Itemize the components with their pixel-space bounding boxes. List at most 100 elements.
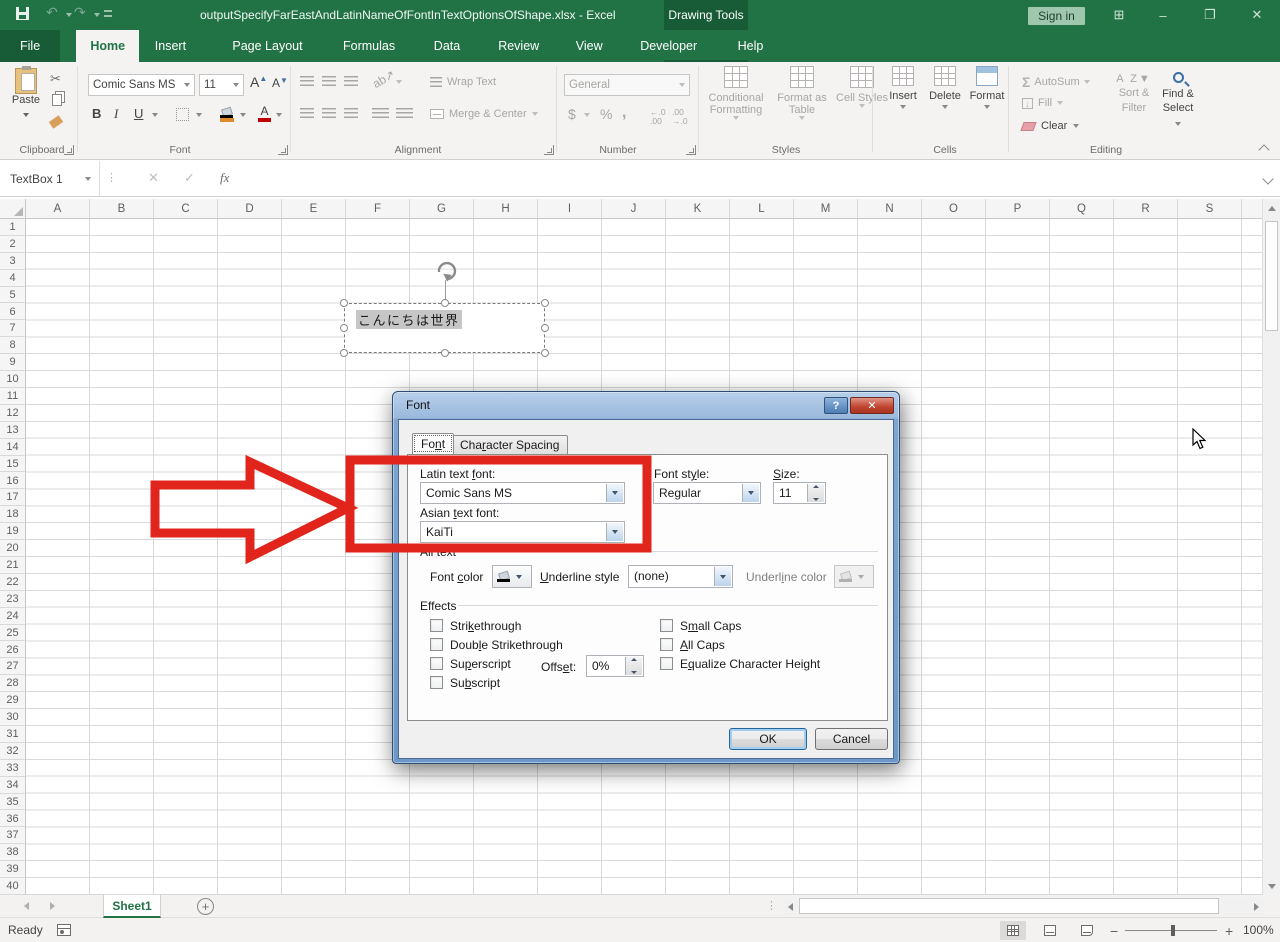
row-header-31[interactable]: 31 [0, 726, 25, 743]
column-header-D[interactable]: D [218, 199, 282, 219]
resize-handle[interactable] [441, 299, 449, 307]
row-header-21[interactable]: 21 [0, 557, 25, 574]
underline-button[interactable]: U [134, 106, 143, 121]
offset-spinner[interactable]: 0% [586, 655, 644, 677]
row-header-39[interactable]: 39 [0, 861, 25, 878]
horizontal-scroll-thumb[interactable] [799, 898, 1219, 914]
vertical-scroll-thumb[interactable] [1265, 221, 1278, 331]
macro-record-icon[interactable] [57, 924, 71, 936]
superscript-label[interactable]: Superscript [450, 657, 511, 671]
zoom-in-icon[interactable]: + [1225, 923, 1233, 939]
number-dialog-launcher[interactable] [686, 145, 696, 155]
paste-button[interactable]: Paste [6, 68, 46, 120]
resize-handle[interactable] [541, 299, 549, 307]
strikethrough-checkbox[interactable] [430, 619, 443, 632]
all-caps-checkbox[interactable] [660, 638, 673, 651]
column-header-J[interactable]: J [602, 199, 666, 219]
vertical-scrollbar[interactable] [1262, 199, 1280, 895]
column-header-C[interactable]: C [154, 199, 218, 219]
fill-color-dropdown-icon[interactable] [240, 113, 246, 117]
tab-data[interactable]: Data [420, 30, 474, 62]
tab-scrollbar-splitter[interactable]: ⋮ [766, 899, 778, 912]
column-header-E[interactable]: E [282, 199, 346, 219]
column-header-R[interactable]: R [1114, 199, 1178, 219]
row-header-4[interactable]: 4 [0, 270, 25, 287]
resize-handle[interactable] [541, 324, 549, 332]
row-header-14[interactable]: 14 [0, 439, 25, 456]
resize-handle[interactable] [340, 349, 348, 357]
copy-icon[interactable] [52, 94, 62, 106]
row-header-10[interactable]: 10 [0, 371, 25, 388]
row-header-3[interactable]: 3 [0, 253, 25, 270]
select-all-corner[interactable] [0, 199, 26, 219]
sign-in-button[interactable]: Sign in [1028, 7, 1085, 25]
tab-home[interactable]: Home [76, 30, 139, 62]
prev-sheet-icon[interactable] [24, 902, 29, 910]
row-header-36[interactable]: 36 [0, 811, 25, 828]
row-header-6[interactable]: 6 [0, 304, 25, 321]
fill-color-icon[interactable] [220, 108, 234, 117]
clipboard-dialog-launcher[interactable] [64, 145, 74, 155]
row-header-25[interactable]: 25 [0, 625, 25, 642]
save-icon[interactable] [16, 7, 32, 23]
column-header-F[interactable]: F [346, 199, 410, 219]
tab-help[interactable]: Help [724, 30, 778, 62]
resize-handle[interactable] [340, 299, 348, 307]
strikethrough-label[interactable]: Strikethrough [450, 619, 521, 633]
zoom-out-icon[interactable]: − [1110, 923, 1118, 939]
restore-icon[interactable]: ❐ [1195, 6, 1225, 24]
expand-formula-bar-icon[interactable] [1262, 173, 1273, 184]
subscript-checkbox[interactable] [430, 676, 443, 689]
normal-view-button[interactable] [1000, 921, 1026, 940]
row-header-34[interactable]: 34 [0, 777, 25, 794]
column-header-Q[interactable]: Q [1050, 199, 1114, 219]
small-caps-checkbox[interactable] [660, 619, 673, 632]
row-header-13[interactable]: 13 [0, 422, 25, 439]
tab-insert[interactable]: Insert [141, 30, 200, 62]
subscript-label[interactable]: Subscript [450, 676, 500, 690]
font-color-dropdown-icon[interactable] [276, 113, 282, 117]
borders-icon[interactable] [176, 108, 189, 121]
row-header-40[interactable]: 40 [0, 878, 25, 895]
offset-spinner-arrows[interactable] [625, 657, 642, 675]
dialog-help-button[interactable]: ? [824, 397, 848, 414]
cancel-button[interactable]: Cancel [815, 728, 888, 750]
row-header-32[interactable]: 32 [0, 743, 25, 760]
row-header-27[interactable]: 27 [0, 658, 25, 675]
scroll-down-icon[interactable] [1263, 877, 1280, 895]
insert-function-icon[interactable]: fx [220, 170, 229, 186]
column-header-S[interactable]: S [1178, 199, 1242, 219]
horizontal-scrollbar[interactable] [783, 898, 1264, 915]
row-header-35[interactable]: 35 [0, 794, 25, 811]
row-header-18[interactable]: 18 [0, 506, 25, 523]
bold-button[interactable]: B [92, 106, 101, 121]
column-header-A[interactable]: A [26, 199, 90, 219]
column-header-M[interactable]: M [794, 199, 858, 219]
customize-qat-icon[interactable] [104, 10, 112, 12]
row-header-28[interactable]: 28 [0, 675, 25, 692]
row-header-16[interactable]: 16 [0, 473, 25, 490]
row-header-24[interactable]: 24 [0, 608, 25, 625]
scroll-right-icon[interactable] [1249, 899, 1264, 914]
font-style-combo[interactable]: Regular [653, 482, 761, 504]
delete-cells-button[interactable]: Delete [924, 66, 966, 142]
size-spinner-arrows[interactable] [807, 484, 824, 502]
row-header-38[interactable]: 38 [0, 844, 25, 861]
column-header-L[interactable]: L [730, 199, 794, 219]
cut-icon[interactable]: ✂ [50, 71, 61, 87]
equalize-height-checkbox[interactable] [660, 657, 673, 670]
tab-developer[interactable]: Developer [626, 30, 711, 62]
collapse-ribbon-icon[interactable] [1258, 144, 1269, 155]
redo-icon[interactable]: ↷ [74, 4, 90, 20]
row-header-11[interactable]: 11 [0, 388, 25, 405]
small-caps-label[interactable]: Small Caps [680, 619, 741, 633]
tab-view[interactable]: View [562, 30, 617, 62]
font-size-combo[interactable]: 11 [199, 74, 244, 96]
tab-review[interactable]: Review [484, 30, 553, 62]
formula-input[interactable] [246, 165, 1258, 193]
clear-button[interactable]: Clear [1022, 120, 1079, 132]
grow-font-button[interactable]: A▲ [250, 74, 267, 90]
dialog-close-button[interactable]: ✕ [850, 397, 894, 414]
ribbon-display-options-icon[interactable]: ⊞ [1104, 6, 1134, 24]
resize-handle[interactable] [541, 349, 549, 357]
